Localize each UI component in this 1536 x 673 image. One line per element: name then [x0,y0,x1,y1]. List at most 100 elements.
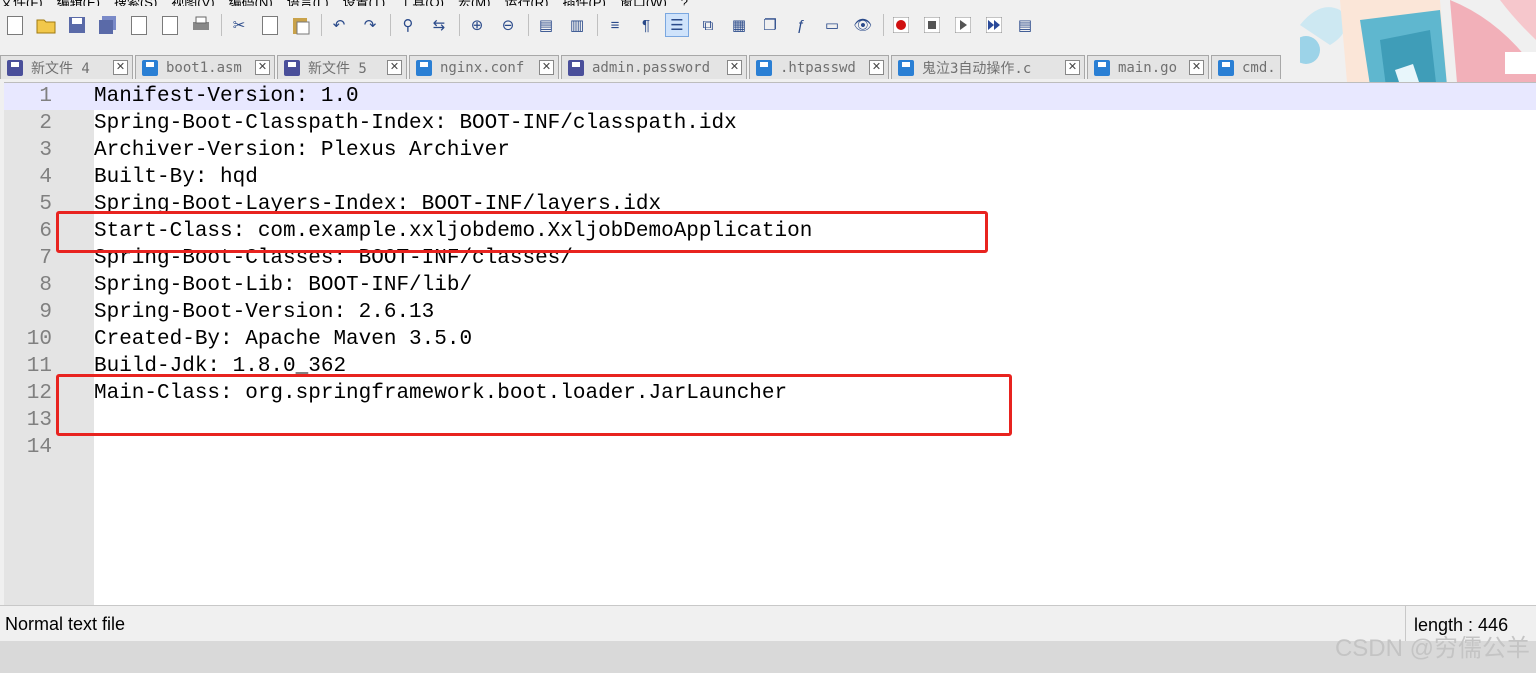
highlight-box-main-class [56,374,1012,436]
copy-icon[interactable] [259,14,281,36]
document-tab[interactable]: main.go ✕ [1087,55,1209,79]
menu-item[interactable]: 文件(F) [0,0,43,6]
line-number: 12 [26,382,52,405]
doc-map-icon[interactable]: ▦ [728,14,750,36]
menu-item[interactable]: 宏(M) [458,0,491,6]
close-file-icon[interactable] [128,14,150,36]
menu-item[interactable]: 工具(O) [399,0,444,6]
run-macro-multiple-icon[interactable] [983,14,1005,36]
language-icon[interactable]: ⧉ [697,14,719,36]
save-state-icon [1094,59,1110,76]
code-line[interactable]: 10 Created-By: Apache Maven 3.5.0 [4,326,1536,353]
line-number: 13 [26,409,52,432]
code-line[interactable]: 14 [4,434,1536,461]
document-tab[interactable]: 鬼泣3自动操作.c ✕ [891,55,1085,79]
indent-guide-icon[interactable]: ☰ [665,13,689,37]
menu-item[interactable]: 语言(L) [287,0,329,6]
stop-macro-icon[interactable] [921,14,943,36]
cut-icon[interactable]: ✂ [228,14,250,36]
code-line[interactable]: 3 Archiver-Version: Plexus Archiver [4,137,1536,164]
toolbar-separator [883,14,884,36]
save-all-icon[interactable] [97,14,119,36]
close-all-icon[interactable] [159,14,181,36]
menu-item[interactable]: 插件(P) [563,0,606,6]
zoom-out-icon[interactable]: ⊖ [497,14,519,36]
sync-horizontal-icon[interactable]: ▥ [566,14,588,36]
save-state-icon [568,59,584,76]
tab-label: cmd.g [1242,59,1276,76]
menu-item[interactable]: 运行(R) [504,0,548,6]
toolbar-separator [459,14,460,36]
close-tab-icon[interactable]: ✕ [255,60,270,75]
tab-label: 鬼泣3自动操作.c [922,60,1032,77]
close-tab-icon[interactable]: ✕ [1189,60,1204,75]
monitoring-icon[interactable]: 👁 [852,14,874,36]
document-tab[interactable]: 新文件 4 ✕ [0,55,133,79]
close-tab-icon[interactable]: ✕ [1065,60,1080,75]
close-tab-icon[interactable]: ✕ [539,60,554,75]
toolbar-separator [321,14,322,36]
tab-label: admin.password [592,59,711,76]
document-tab[interactable]: cmd.g [1211,55,1281,79]
code-line[interactable]: 8 Spring-Boot-Lib: BOOT-INF/lib/ [4,272,1536,299]
word-wrap-icon[interactable]: ≡ [604,14,626,36]
line-number: 7 [39,247,52,270]
line-text: Built-By: hqd [94,166,258,189]
code-line[interactable]: 4 Built-By: hqd [4,164,1536,191]
document-tab[interactable]: boot1.asm ✕ [135,55,275,79]
tab-label: boot1.asm [166,59,242,76]
open-file-icon[interactable] [35,14,57,36]
undo-icon[interactable]: ↶ [328,14,350,36]
doc-list-icon[interactable]: ❐ [759,14,781,36]
editor-area[interactable]: 1 Manifest-Version: 1.0 2 Spring-Boot-Class… [4,82,1536,605]
save-icon[interactable] [66,14,88,36]
menu-item[interactable]: 编码(N) [229,0,273,6]
save-state-icon [898,59,914,76]
line-number: 4 [39,166,52,189]
save-state-icon [7,59,23,76]
print-icon[interactable] [190,14,212,36]
paste-icon[interactable] [290,14,312,36]
line-number: 6 [39,220,52,243]
line-number: 1 [39,85,52,108]
folder-workspace-icon[interactable]: ▭ [821,14,843,36]
function-list-icon[interactable]: ƒ [790,14,812,36]
show-all-chars-icon[interactable]: ¶ [635,14,657,36]
code-line[interactable]: 1 Manifest-Version: 1.0 [4,83,1536,110]
replace-icon[interactable]: ⇆ [428,14,450,36]
close-tab-icon[interactable]: ✕ [727,60,742,75]
close-tab-icon[interactable]: ✕ [869,60,884,75]
play-macro-icon[interactable] [952,14,974,36]
save-state-icon [416,59,432,76]
record-macro-icon[interactable] [890,14,912,36]
menu-item[interactable]: 编辑(E) [57,0,100,6]
menu-item[interactable]: 视图(V) [171,0,214,6]
tab-label: .htpasswd [780,59,856,76]
toolbar: ✂ ↶ ↷ ⚲ ⇆ ⊕ ⊖ ▤ ▥ ≡ ¶ ☰ ⧉ ▦ ❐ ƒ ▭ 👁 ▤ [0,8,1304,42]
save-macro-icon[interactable]: ▤ [1014,14,1036,36]
line-text: Archiver-Version: Plexus Archiver [94,139,510,162]
menu-item[interactable]: 窗口(W) [620,0,667,6]
close-tab-icon[interactable]: ✕ [113,60,128,75]
menu-item[interactable]: ? [681,0,688,6]
code-line[interactable]: 2 Spring-Boot-Classpath-Index: BOOT-INF/c… [4,110,1536,137]
line-text: Spring-Boot-Classpath-Index: BOOT-INF/cl… [94,112,737,135]
menu-item[interactable]: 设置(T) [343,0,386,6]
new-file-icon[interactable] [4,14,26,36]
document-tab[interactable]: admin.password ✕ [561,55,747,79]
close-tab-icon[interactable]: ✕ [387,60,402,75]
line-text: Spring-Boot-Version: 2.6.13 [94,301,435,324]
toolbar-separator [221,14,222,36]
status-bar: Normal text file length : 446 [0,605,1536,641]
code-line[interactable]: 9 Spring-Boot-Version: 2.6.13 [4,299,1536,326]
zoom-in-icon[interactable]: ⊕ [466,14,488,36]
document-tab[interactable]: nginx.conf ✕ [409,55,559,79]
document-tab[interactable]: .htpasswd ✕ [749,55,889,79]
window-bottom-edge [0,641,1536,673]
sync-vertical-icon[interactable]: ▤ [535,14,557,36]
redo-icon[interactable]: ↷ [359,14,381,36]
document-tab[interactable]: 新文件 5 ✕ [277,55,407,79]
find-icon[interactable]: ⚲ [397,14,419,36]
menu-item[interactable]: 搜索(S) [114,0,157,6]
line-text: Manifest-Version: 1.0 [94,85,359,108]
